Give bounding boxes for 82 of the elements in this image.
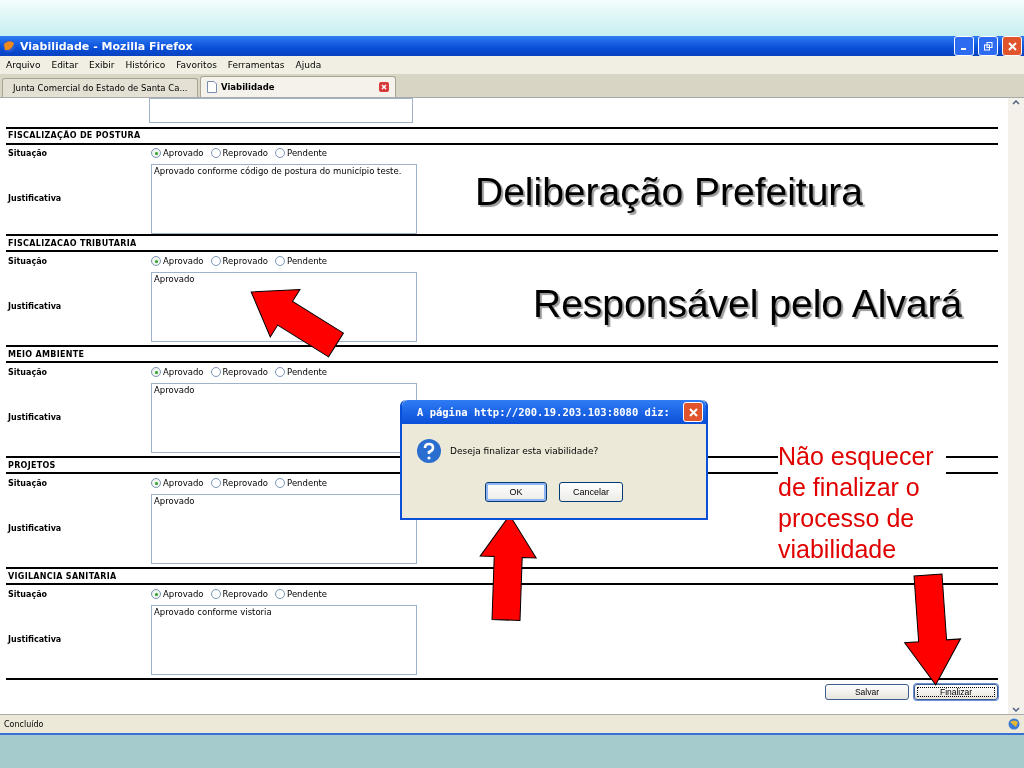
section-title: MEIO AMBIENTE [7, 349, 85, 359]
close-icon [1007, 41, 1017, 51]
justification-label: Justificativa [6, 193, 63, 203]
browser-tab[interactable]: Viabilidade [200, 76, 396, 97]
justification-label: Justificativa [6, 301, 63, 311]
menu-item[interactable]: Ferramentas [227, 60, 285, 70]
page-icon [207, 81, 217, 93]
radio-button[interactable] [275, 148, 286, 159]
restore-button[interactable] [978, 36, 998, 56]
justification-label: Justificativa [6, 412, 63, 422]
radio-button[interactable] [210, 367, 221, 377]
section-title: VIGILANCIA SANITARIA [7, 571, 117, 581]
justification-label: Justificativa [6, 523, 63, 533]
justification-field[interactable]: Aprovado [151, 494, 417, 564]
radio-button[interactable] [210, 478, 221, 488]
situation-label: Situação [7, 256, 49, 266]
situation-label: Situação [7, 478, 49, 488]
radio-button[interactable] [151, 589, 161, 599]
section-title: FISCALIZACAO TRIBUTARIA [7, 238, 137, 248]
form-button[interactable]: Salvar [825, 684, 909, 700]
dialog-message: Deseja finalizar esta viabilidade? [450, 446, 599, 456]
radio-label: Pendente [287, 589, 328, 599]
radio-button[interactable] [151, 478, 161, 488]
close-button[interactable] [683, 402, 703, 422]
restore-icon [983, 41, 993, 51]
radio-button[interactable] [275, 589, 286, 599]
radio-label: Reprovado [222, 478, 269, 488]
justification-field[interactable]: Aprovado [151, 383, 417, 453]
text-area[interactable] [149, 98, 413, 123]
situation-label: Situação [7, 367, 49, 377]
menu-item[interactable]: Editar [51, 60, 79, 70]
dialog-title: A página http://200.19.203.103:8080 diz: [417, 406, 671, 418]
radio-button[interactable] [151, 367, 161, 377]
close-icon [688, 407, 698, 417]
dialog-button[interactable]: OK [485, 482, 547, 502]
section-title: PROJETOS [7, 460, 56, 470]
radio-label: Pendente [287, 148, 328, 159]
radio-label: Reprovado [222, 256, 269, 266]
dialog-button[interactable]: Cancelar [559, 482, 623, 502]
minimize-button[interactable] [954, 36, 974, 56]
situation-label: Situação [7, 589, 49, 599]
window-title: Viabilidade - Mozilla Firefox [20, 39, 194, 53]
radio-label: Reprovado [222, 589, 269, 599]
radio-button[interactable] [275, 256, 286, 266]
radio-label: Reprovado [222, 367, 269, 377]
menu-item[interactable]: Ajuda [295, 60, 322, 70]
radio-label: Pendente [287, 256, 328, 266]
radio-label: Pendente [287, 367, 328, 377]
radio-button[interactable] [210, 148, 221, 159]
status-text: Concluído [4, 719, 44, 729]
menu-item[interactable]: Exibir [89, 60, 115, 70]
justification-field[interactable]: Aprovado conforme código de postura do município teste. [151, 164, 417, 234]
radio-label: Reprovado [222, 148, 269, 159]
close-button[interactable] [1002, 36, 1022, 56]
radio-label: Aprovado [163, 478, 204, 488]
justification-label: Justificativa [6, 634, 63, 644]
radio-button[interactable] [275, 478, 286, 488]
radio-button[interactable] [151, 256, 161, 266]
annotation-heading: Responsável pelo Alvará [533, 282, 963, 326]
radio-label: Aprovado [163, 256, 204, 266]
menu-item[interactable]: Histórico [125, 60, 166, 70]
menu-item[interactable]: Favoritos [176, 60, 217, 70]
scroll-up-icon[interactable] [1011, 98, 1021, 106]
tab-close-icon[interactable] [379, 82, 389, 92]
form-button[interactable]: Finalizar [914, 684, 998, 700]
question-icon [416, 438, 442, 464]
menu-item[interactable]: Arquivo [6, 60, 41, 70]
justification-field[interactable]: Aprovado conforme vistoria [151, 605, 417, 675]
radio-label: Aprovado [163, 148, 204, 159]
radio-button[interactable] [151, 148, 161, 159]
section-title: FISCALIZAÇÃO DE POSTURA [7, 131, 141, 141]
scroll-down-icon[interactable] [1011, 706, 1021, 714]
annotation-heading: Deliberação Prefeitura [475, 170, 864, 214]
radio-button[interactable] [210, 589, 221, 599]
scrollbar[interactable] [1008, 98, 1024, 714]
situation-label: Situação [7, 148, 49, 158]
radio-button[interactable] [210, 256, 221, 266]
radio-button[interactable] [275, 367, 286, 377]
radio-label: Pendente [287, 478, 328, 488]
radio-label: Aprovado [163, 589, 204, 599]
radio-label: Aprovado [163, 367, 204, 377]
browser-tab[interactable]: Junta Comercial do Estado de Santa Ca... [2, 78, 198, 97]
